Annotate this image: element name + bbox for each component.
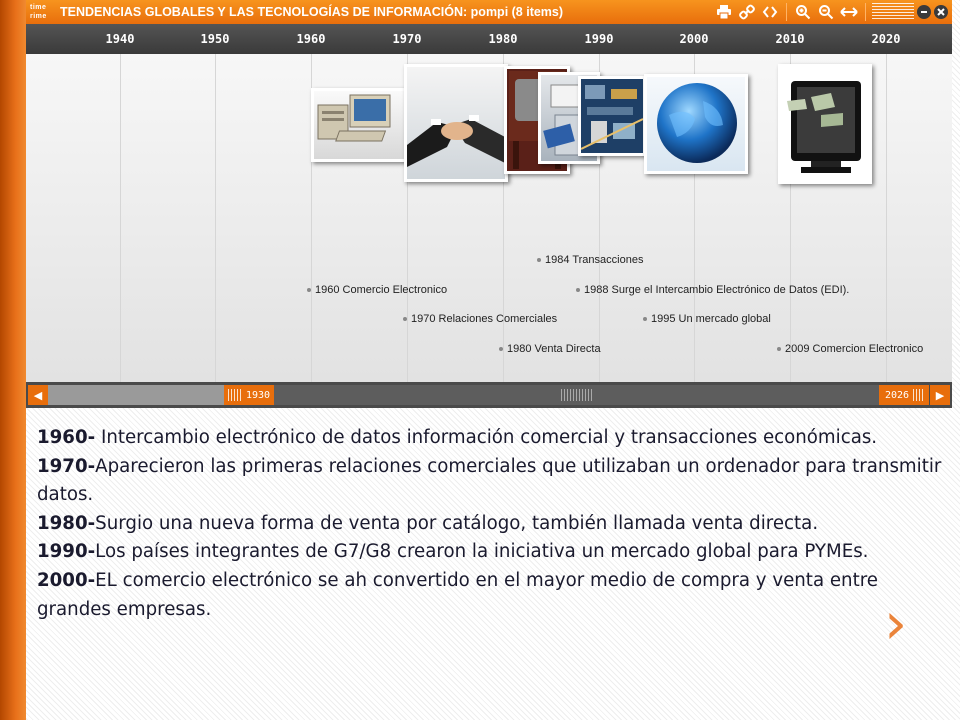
timerime-logo[interactable]: time rime <box>26 0 54 24</box>
paragraph-text: Aparecieron las primeras relaciones come… <box>37 455 942 506</box>
year-tick[interactable]: 1990 <box>569 32 629 46</box>
circuit-board-photo[interactable] <box>578 76 646 156</box>
year-axis: 1940 1950 1960 1970 1980 1990 2000 2010 … <box>26 24 952 54</box>
slide-accent-bar <box>0 0 26 720</box>
slide-body: 1960- Intercambio electrónico de datos i… <box>37 424 942 624</box>
print-icon[interactable] <box>714 2 734 22</box>
paragraph-year: 1960- <box>37 427 96 448</box>
paragraph-1990: 1990-Los países integrantes de G7/G8 cre… <box>37 538 942 567</box>
timeline-title: TENDENCIAS GLOBALES Y LAS TECNOLOGÍAS DE… <box>60 5 564 19</box>
year-tick[interactable]: 1950 <box>185 32 245 46</box>
event-label: 1980 Venta Directa <box>507 343 601 355</box>
year-tick[interactable]: 1980 <box>473 32 533 46</box>
range-end-handle[interactable]: 2026 <box>879 385 929 405</box>
event-label: 1960 Comercio Electronico <box>315 284 448 296</box>
event-dot <box>537 258 541 262</box>
year-tick[interactable]: 2010 <box>760 32 820 46</box>
grid-line <box>215 54 216 382</box>
paragraph-year: 2000- <box>37 569 96 591</box>
event-label: 1970 Relaciones Comerciales <box>411 313 558 325</box>
timeline-event[interactable]: 1980 Venta Directa <box>499 343 601 355</box>
range-end-label: 2026 <box>885 389 910 401</box>
event-label: 2009 Comercion Electronico <box>785 343 924 355</box>
timeline-event[interactable]: 1984 Transacciones <box>537 254 643 266</box>
close-icon[interactable] <box>934 5 948 19</box>
paragraph-1970: 1970-Aparecieron las primeras relaciones… <box>37 453 942 510</box>
event-dot <box>307 288 311 292</box>
range-start-handle[interactable]: 1930 <box>224 385 274 405</box>
scroll-center-grip[interactable] <box>561 389 593 401</box>
expand-icon[interactable] <box>839 2 859 22</box>
year-tick[interactable]: 1970 <box>377 32 437 46</box>
event-dot <box>643 317 647 321</box>
timeline-widget: time rime TENDENCIAS GLOBALES Y LAS TECN… <box>26 0 952 408</box>
event-dot <box>499 347 503 351</box>
year-tick[interactable]: 1940 <box>90 32 150 46</box>
event-label: 1988 Surge el Intercambio Electrónico de… <box>584 284 850 296</box>
timeline-event[interactable]: 1995 Un mercado global <box>643 313 771 325</box>
scroll-left-arrow-icon[interactable]: ◀ <box>28 385 48 405</box>
link-icon[interactable] <box>737 2 757 22</box>
handshake-photo[interactable] <box>404 64 508 182</box>
year-tick[interactable]: 1960 <box>281 32 341 46</box>
menu-lines-icon[interactable] <box>872 3 914 21</box>
monitor-money-photo[interactable] <box>778 64 872 184</box>
timeline-event[interactable]: 1970 Relaciones Comerciales <box>403 313 557 325</box>
timeline-scrollbar: ◀ 1930 2026 ▶ <box>26 382 952 408</box>
grid-line <box>886 54 887 382</box>
toolbar <box>714 2 948 22</box>
event-label: 1995 Un mercado global <box>651 313 771 325</box>
year-tick[interactable]: 2000 <box>664 32 724 46</box>
range-start-label: 1930 <box>246 389 271 401</box>
paragraph-2000: 2000-EL comercio electrónico se ah conve… <box>37 567 942 624</box>
paragraph-text: EL comercio electrónico se ah convertido… <box>37 569 878 620</box>
zoom-out-icon[interactable] <box>816 2 836 22</box>
event-label: 1984 Transacciones <box>545 254 644 266</box>
toolbar-divider <box>786 3 787 21</box>
logo-text-bottom: rime <box>30 13 47 20</box>
paragraph-1960: 1960- Intercambio electrónico de datos i… <box>37 424 942 453</box>
paragraph-text: Los países integrantes de G7/G8 crearon … <box>95 541 869 563</box>
embed-icon[interactable] <box>760 2 780 22</box>
next-slide-chevron-icon[interactable]: › <box>884 594 920 654</box>
timeline-event[interactable]: 1988 Surge el Intercambio Electrónico de… <box>576 284 849 296</box>
paragraph-year: 1990- <box>37 541 96 563</box>
year-tick[interactable]: 2020 <box>856 32 916 46</box>
logo-text-top: time <box>30 4 47 11</box>
timeline-event[interactable]: 1960 Comercio Electronico <box>307 284 447 296</box>
paragraph-year: 1980- <box>37 512 96 534</box>
title-bar: time rime TENDENCIAS GLOBALES Y LAS TECN… <box>26 0 952 24</box>
paragraph-text: Surgio una nueva forma de venta por catá… <box>95 512 819 534</box>
scroll-right-arrow-icon[interactable]: ▶ <box>930 385 950 405</box>
scroll-range-before <box>48 385 224 405</box>
zoom-in-icon[interactable] <box>793 2 813 22</box>
globe-photo[interactable] <box>644 74 748 174</box>
paragraph-year: 1970- <box>37 455 96 477</box>
computer-photo[interactable] <box>311 88 407 162</box>
event-dot <box>576 288 580 292</box>
toolbar-divider <box>865 3 866 21</box>
timeline-event[interactable]: 2009 Comercion Electronico <box>777 343 923 355</box>
grip-icon <box>228 389 242 401</box>
minimize-icon[interactable] <box>917 5 931 19</box>
paragraph-1980: 1980-Surgio una nueva forma de venta por… <box>37 510 942 539</box>
timeline-canvas[interactable]: 1984 Transacciones 1960 Comercio Electro… <box>26 54 952 382</box>
grip-icon <box>913 389 925 401</box>
event-dot <box>777 347 781 351</box>
event-dot <box>403 317 407 321</box>
paragraph-text: Intercambio electrónico de datos informa… <box>95 427 878 448</box>
grid-line <box>120 54 121 382</box>
